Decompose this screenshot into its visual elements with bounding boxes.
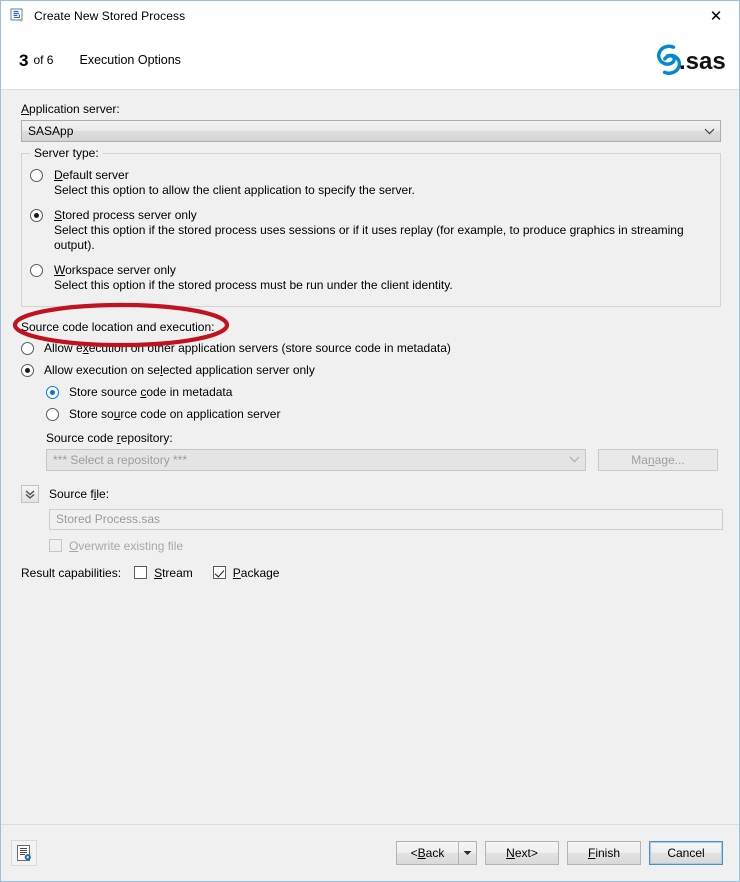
radio-allow-selected-app-server-only-label: Allow execution on selected application … (44, 362, 315, 377)
radio-indicator (30, 169, 43, 182)
checkbox-indicator (212, 566, 226, 580)
radio-workspace-server-only-title: Workspace server only (54, 262, 176, 277)
radio-store-source-on-app-server-label: Store source code on application server (69, 406, 281, 421)
radio-store-source-on-app-server[interactable]: Store source code on application server (46, 407, 723, 421)
dialog-footer: <Back Next> Finish Cancel (1, 824, 739, 881)
step-total: of 6 (33, 53, 54, 67)
radio-default-server-desc: Select this option to allow the client a… (54, 183, 415, 198)
radio-workspace-server-only[interactable]: Workspace server only Select this option… (30, 263, 712, 294)
radio-stored-process-server-only-desc: Select this option if the stored process… (54, 223, 684, 253)
next-button-label: Next> (506, 846, 538, 860)
finish-button[interactable]: Finish (567, 841, 641, 865)
footer-button-group: <Back Next> Finish Cancel (396, 841, 723, 865)
overwrite-existing-file-checkbox[interactable]: Overwrite existing file (49, 539, 723, 553)
checkbox-stream-label: Stream (154, 565, 193, 580)
radio-stored-process-server-only-title: Stored process server only (54, 207, 197, 222)
radio-allow-other-app-servers[interactable]: Allow execution on other application ser… (21, 341, 723, 355)
checkbox-stream[interactable]: Stream (134, 566, 193, 580)
page-title: Execution Options (79, 53, 181, 67)
checkbox-package[interactable]: Package (212, 565, 280, 580)
radio-indicator (46, 385, 59, 399)
server-type-group-label: Server type: (30, 146, 103, 160)
source-code-repository-combo[interactable]: *** Select a repository *** (46, 448, 586, 471)
manage-button-label: Manage... (631, 452, 685, 467)
checkbox-package-label: Package (232, 565, 280, 580)
radio-stored-process-server-only[interactable]: Stored process server only Select this o… (30, 208, 712, 254)
result-capabilities-label: Result capabilities: (21, 565, 122, 580)
back-dropdown-arrow-icon[interactable] (458, 841, 477, 865)
svg-text:.sas.: .sas. (679, 48, 725, 75)
cancel-button[interactable]: Cancel (649, 841, 723, 865)
back-button-split: <Back (396, 841, 477, 865)
source-code-repository-label: Source code repository: (46, 430, 173, 445)
radio-indicator (46, 407, 59, 421)
back-button[interactable]: <Back (396, 841, 458, 865)
stored-process-icon (10, 8, 26, 24)
source-code-repository-block: Source code repository: *** Select a rep… (46, 431, 723, 471)
application-server-label: Application server: (21, 102, 120, 116)
overwrite-existing-file-label: Overwrite existing file (69, 538, 184, 553)
wizard-header: 3 of 6 Execution Options .sas. (1, 31, 739, 90)
radio-store-source-in-metadata[interactable]: Store source code in metadata (46, 385, 723, 399)
back-button-label: <Back (410, 846, 445, 860)
next-button[interactable]: Next> (485, 841, 559, 865)
radio-default-server-title: Default server (54, 168, 129, 182)
server-type-group: Server type: Default server Select this … (21, 146, 721, 307)
source-file-label: Source file: (49, 486, 110, 501)
source-file-input[interactable]: Stored Process.sas (49, 508, 723, 530)
step-number: 3 (19, 50, 29, 70)
radio-default-server[interactable]: Default server Select this option to all… (30, 168, 712, 199)
finish-button-label: Finish (587, 846, 621, 860)
title-bar: Create New Stored Process ✕ (1, 1, 739, 31)
source-file-row: Source file: (21, 484, 723, 503)
checkbox-indicator (134, 566, 148, 580)
source-code-repository-value: *** Select a repository *** (53, 452, 188, 467)
source-file-value: Stored Process.sas (56, 512, 161, 527)
double-chevron-down-icon[interactable] (21, 484, 39, 503)
radio-allow-other-app-servers-label: Allow execution on other application ser… (44, 340, 451, 355)
source-code-section-label: Source code location and execution: (21, 319, 215, 334)
application-server-value: SASApp (28, 124, 74, 138)
checkbox-indicator (49, 539, 62, 553)
application-server-combo[interactable]: SASApp (21, 120, 721, 142)
dialog-window: Create New Stored Process ✕ 3 of 6 Execu… (0, 0, 740, 882)
radio-indicator (30, 263, 43, 277)
chevron-down-icon (698, 128, 720, 135)
document-properties-icon[interactable] (11, 840, 37, 866)
radio-indicator (21, 363, 34, 377)
radio-indicator (21, 341, 34, 355)
dialog-body: Application server: SASApp Server type: … (1, 90, 739, 824)
close-icon[interactable]: ✕ (693, 1, 739, 31)
chevron-down-icon (563, 456, 585, 463)
sas-logo: .sas. (657, 43, 725, 77)
cancel-button-label: Cancel (667, 846, 705, 860)
manage-button[interactable]: Manage... (598, 448, 718, 471)
window-title: Create New Stored Process (34, 9, 186, 23)
radio-workspace-server-only-desc: Select this option if the stored process… (54, 278, 453, 293)
radio-store-source-in-metadata-label: Store source code in metadata (69, 384, 233, 399)
result-capabilities-row: Result capabilities: Stream Package (21, 566, 723, 580)
radio-indicator (30, 208, 43, 222)
radio-allow-selected-app-server-only[interactable]: Allow execution on selected application … (21, 363, 723, 377)
